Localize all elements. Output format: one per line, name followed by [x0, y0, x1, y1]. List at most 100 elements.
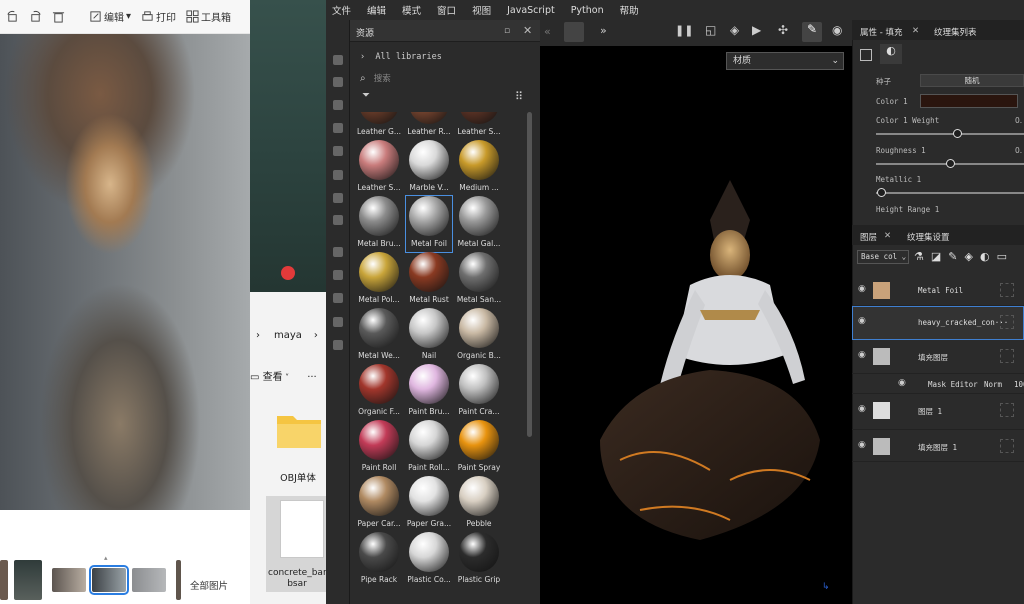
layer-blend-slot[interactable] — [1000, 349, 1014, 363]
thumbnail[interactable] — [0, 560, 8, 600]
collapse-left-icon[interactable]: « — [544, 25, 551, 38]
material-asset[interactable]: Pipe Rack — [356, 532, 402, 588]
layer-blend-slot[interactable] — [1000, 283, 1014, 297]
print-button[interactable]: 打印 — [139, 6, 178, 28]
tool-icon[interactable] — [333, 100, 343, 110]
more-options[interactable]: ··· — [307, 372, 317, 383]
view-menu[interactable]: ▭ 查看 ˅ ··· — [250, 368, 317, 383]
material-asset[interactable]: Paint Roll... — [406, 420, 452, 476]
menu-item[interactable]: 文件 — [326, 3, 359, 17]
tool-icon[interactable] — [333, 247, 343, 257]
material-asset[interactable]: Metal Pol... — [356, 252, 402, 308]
close-icon[interactable]: ✕ — [912, 26, 919, 36]
material-asset[interactable]: Metal Rust — [406, 252, 452, 308]
tool-icon[interactable] — [333, 317, 343, 327]
tool-icon[interactable] — [333, 270, 343, 280]
tool-icon[interactable] — [333, 146, 343, 156]
filter-icon[interactable]: ⏷ — [362, 90, 370, 101]
material-asset[interactable]: Medium ... — [456, 140, 502, 196]
search-input[interactable]: ⌕ 搜索 — [360, 72, 391, 84]
menu-item[interactable]: 窗口 — [429, 3, 464, 17]
tool-icon[interactable] — [333, 293, 343, 303]
tool-icon[interactable] — [333, 77, 343, 87]
material-asset[interactable]: Paper Gra... — [406, 476, 452, 532]
thumbnail[interactable] — [176, 560, 181, 600]
color1-swatch[interactable] — [920, 94, 1018, 108]
mask-opacity[interactable]: 100 — [1014, 380, 1024, 389]
material-asset[interactable]: Plastic Grip — [456, 532, 502, 588]
visibility-eye-icon[interactable]: ◉ — [858, 316, 866, 326]
visibility-eye-icon[interactable]: ◉ — [898, 378, 906, 388]
rotate-left-icon[interactable] — [4, 6, 21, 28]
visibility-eye-icon[interactable]: ◉ — [858, 350, 866, 360]
camera-icon[interactable]: ▶ — [752, 23, 761, 37]
menu-item[interactable]: 帮助 — [612, 3, 647, 17]
all-photos-link[interactable]: 全部图片 — [190, 578, 228, 592]
selection-tool-icon[interactable] — [564, 22, 584, 42]
tool-icon[interactable] — [333, 215, 343, 225]
menu-item[interactable]: 编辑 — [359, 3, 394, 17]
delete-icon[interactable] — [50, 6, 67, 28]
tab-properties-fill[interactable]: 属性 - 填充 — [860, 26, 902, 38]
menu-item[interactable]: 视图 — [464, 3, 499, 17]
tool-icon[interactable] — [333, 170, 343, 180]
material-asset[interactable]: Leather S... — [356, 140, 402, 196]
add-mask-icon[interactable]: ◪ — [931, 250, 948, 263]
visibility-eye-icon[interactable]: ◉ — [858, 284, 866, 294]
viewport-material-select[interactable]: 材质 ⌄ — [726, 52, 844, 70]
material-asset[interactable]: Paint Spray — [456, 420, 502, 476]
material-asset[interactable]: Metal San... — [456, 252, 502, 308]
tool-icon[interactable] — [333, 123, 343, 133]
material-asset[interactable]: Paper Car... — [356, 476, 402, 532]
add-effect-icon[interactable]: ⚗ — [914, 250, 931, 263]
material-asset[interactable]: Paint Cra... — [456, 364, 502, 420]
metallic-slider[interactable] — [876, 192, 1024, 194]
channel-select[interactable]: Base col ⌄ — [857, 250, 909, 264]
add-folder-icon[interactable]: ▭ — [997, 250, 1014, 263]
tab-layers[interactable]: 图层 — [860, 231, 877, 243]
material-asset[interactable]: Metal Foil — [405, 195, 453, 253]
add-paint-layer-icon[interactable]: ✎ — [948, 250, 964, 263]
visibility-eye-icon[interactable]: ◉ — [858, 404, 866, 414]
layer-blend-slot[interactable] — [1000, 439, 1014, 453]
close-icon[interactable]: ✕ — [884, 231, 891, 241]
close-icon[interactable]: ✕ — [523, 24, 532, 37]
metallic-slider-knob[interactable] — [877, 188, 886, 197]
tool-icon[interactable] — [333, 55, 343, 65]
material-asset[interactable]: Leather R... — [406, 112, 452, 140]
cube-icon[interactable]: ◈ — [730, 23, 739, 37]
roughness-slider-knob[interactable] — [946, 159, 955, 168]
material-asset[interactable]: Plastic Co... — [406, 532, 452, 588]
screenshot-icon[interactable]: ◉ — [832, 23, 842, 37]
thumbnail-selected[interactable] — [89, 565, 129, 595]
layer-blend-slot[interactable] — [1000, 403, 1014, 417]
material-asset[interactable]: Metal We... — [356, 308, 402, 364]
material-asset[interactable]: Metal Bru... — [356, 196, 402, 252]
fill-mode-icon[interactable]: ◐ — [880, 44, 902, 64]
seed-random-button[interactable]: 随机 — [920, 74, 1024, 87]
thumbnail[interactable] — [52, 568, 86, 592]
breadcrumb[interactable]: › maya › — [256, 330, 318, 341]
tool-icon[interactable] — [333, 193, 343, 203]
rotate-right-icon[interactable] — [27, 6, 44, 28]
thumbnail[interactable] — [132, 568, 166, 592]
paint-brush-icon[interactable]: ✎ — [802, 22, 822, 42]
expand-icon[interactable]: » — [600, 24, 607, 37]
menu-item[interactable]: 模式 — [394, 3, 429, 17]
material-asset[interactable]: Organic B... — [456, 308, 502, 364]
material-asset[interactable]: Organic F... — [356, 364, 402, 420]
library-selector[interactable]: › All libraries — [360, 52, 442, 62]
tab-texture-set-settings[interactable]: 纹理集设置 — [907, 231, 950, 243]
mask-blend-mode[interactable]: Norm — [984, 380, 1002, 389]
material-asset[interactable]: Metal Gal... — [456, 196, 502, 252]
menu-item[interactable]: Python — [563, 5, 612, 16]
edit-button[interactable]: 编辑 ▾ — [87, 6, 133, 28]
add-adjustment-icon[interactable]: ◐ — [980, 250, 997, 263]
material-asset[interactable]: Leather S... — [456, 112, 502, 140]
tab-texture-set-list[interactable]: 纹理集列表 — [934, 26, 977, 38]
folder-icon[interactable] — [275, 410, 323, 450]
material-asset[interactable]: Paint Roll — [356, 420, 402, 476]
material-asset[interactable]: Pebble — [456, 476, 502, 532]
chevron-up-icon[interactable]: ▴ — [104, 554, 114, 562]
material-asset[interactable]: Marble V... — [406, 140, 452, 196]
